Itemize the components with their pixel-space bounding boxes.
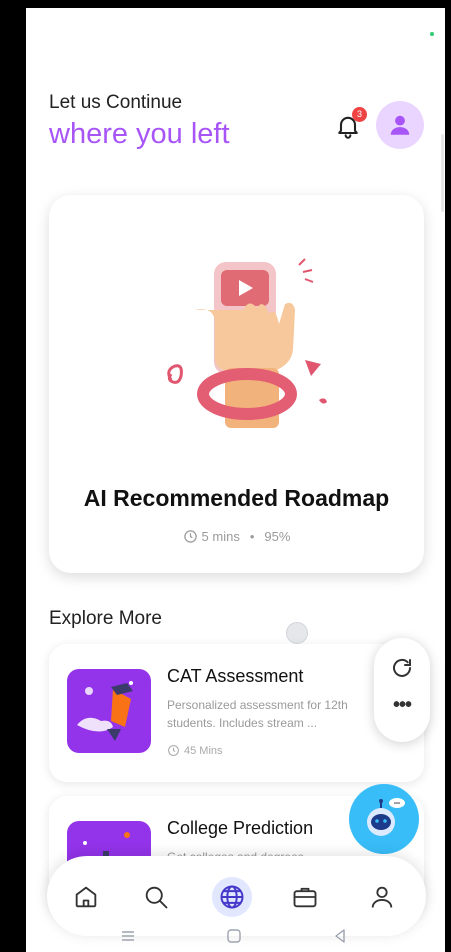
floating-action-pill: ••• <box>374 638 430 742</box>
clock-icon <box>183 530 197 543</box>
scrollbar[interactable] <box>441 134 444 212</box>
roadmap-progress: 95% <box>264 529 291 544</box>
list-item-cat-assessment[interactable]: CAT Assessment Personalized assessment f… <box>49 644 424 782</box>
nav-search[interactable] <box>139 880 173 914</box>
graduate-illustration <box>77 681 133 741</box>
briefcase-icon <box>293 887 317 908</box>
notification-badge: 3 <box>352 107 367 122</box>
home-icon <box>75 886 97 908</box>
roadmap-title: AI Recommended Roadmap <box>83 485 390 511</box>
roadmap-meta: 5 mins • 95% <box>49 529 424 544</box>
cat-assessment-description: Personalized assessment for 12th student… <box>167 698 348 730</box>
roadmap-duration: 5 mins <box>201 529 240 544</box>
nav-explore[interactable] <box>212 877 252 917</box>
profile-avatar-icon <box>390 115 410 135</box>
roadmap-card[interactable]: AI Recommended Roadmap 5 mins • 95% <box>49 195 424 573</box>
chatbot-button[interactable] <box>349 784 419 854</box>
nav-home[interactable] <box>69 880 103 914</box>
search-icon <box>145 886 168 909</box>
phone-in-hand-illustration <box>167 258 327 428</box>
cat-assessment-time: 45 Mins <box>167 744 223 757</box>
greeting-line2: where you left <box>49 118 230 150</box>
robot-icon <box>367 798 405 836</box>
status-indicator <box>430 32 434 36</box>
globe-icon <box>220 885 244 909</box>
recent-apps-icon[interactable] <box>120 928 136 944</box>
meta-separator: • <box>249 529 255 544</box>
nav-jobs[interactable] <box>288 880 322 914</box>
cat-assessment-title: CAT Assessment <box>167 666 304 686</box>
drag-handle[interactable] <box>286 622 308 644</box>
greeting-line1: Let us Continue <box>49 92 183 113</box>
profile-icon <box>371 886 393 908</box>
cat-assessment-thumbnail <box>67 669 151 753</box>
avatar-button[interactable] <box>376 101 424 149</box>
app-screen: Let us Continue where you left 3 AI Reco… <box>26 8 445 952</box>
home-nav-icon[interactable] <box>226 928 242 944</box>
cat-assessment-duration: 45 Mins <box>184 744 223 757</box>
nav-profile[interactable] <box>365 880 399 914</box>
back-nav-icon[interactable] <box>332 928 348 944</box>
college-prediction-title: College Prediction <box>167 818 314 838</box>
system-navigation-bar <box>26 920 445 952</box>
clock-icon <box>168 745 179 756</box>
more-options-button[interactable]: ••• <box>388 695 416 720</box>
explore-more-heading: Explore More <box>49 608 162 629</box>
refresh-icon[interactable] <box>390 656 414 680</box>
